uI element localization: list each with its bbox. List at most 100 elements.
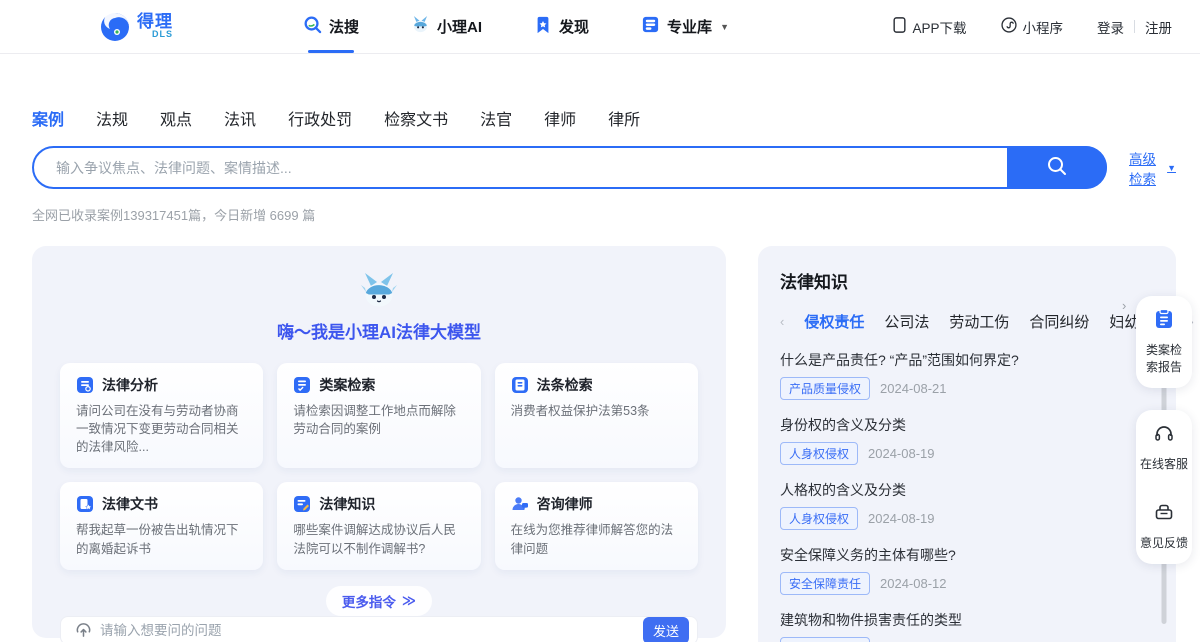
tab-legal-news[interactable]: 法讯 [224, 106, 256, 130]
search-bar [32, 146, 1107, 189]
question-input[interactable] [100, 623, 643, 638]
collapse-chevron-icon[interactable]: › [1122, 298, 1126, 313]
knowledge-item-title: 建筑物和物件损害责任的类型 [780, 610, 1154, 630]
card-legal-document[interactable]: 法律文书 帮我起草一份被告出轨情况下的离婚起诉书 [60, 482, 263, 569]
mascot-icon [411, 15, 430, 38]
knowledge-item-date: 2024-08-21 [880, 381, 947, 396]
nav-item-label: 发现 [559, 16, 589, 37]
ai-assistant-panel: 嗨～我是小理AI法律大模型 法律分析 请问公司在没有与劳动者协商一致情况下变更劳… [32, 246, 726, 638]
knowledge-list: 什么是产品责任? “产品”范围如何界定? 产品质量侵权 2024-08-21 身… [780, 350, 1154, 642]
knowledge-item-meta: 产品质量侵权 2024-08-21 [780, 377, 1154, 400]
card-head: 法律知识 [293, 494, 464, 514]
chevron-down-icon: ▼ [1167, 163, 1176, 173]
tab-admin-penalty[interactable]: 行政处罚 [288, 106, 352, 130]
active-nav-underline [308, 50, 354, 53]
knowledge-item-tag[interactable]: 安全保障责任 [780, 572, 870, 595]
feedback-button[interactable]: 意见反馈 [1140, 501, 1188, 552]
card-similar-case-search[interactable]: 类案检索 请检索因调整工作地点而解除劳动合同的案例 [277, 363, 480, 468]
knowledge-item-date: 2024-08-19 [868, 511, 935, 526]
tab-procuratorial-docs[interactable]: 检察文书 [384, 106, 448, 130]
card-title: 类案检索 [319, 375, 375, 395]
card-title: 法条检索 [537, 375, 593, 395]
card-head: 法律分析 [76, 375, 247, 395]
card-legal-knowledge[interactable]: 法律知识 哪些案件调解达成协议后人民法院可以不制作调解书? [277, 482, 480, 569]
brand-logo-text: 得理 DLS [137, 14, 173, 39]
knowledge-item-tag[interactable]: 产品质量侵权 [780, 377, 870, 400]
card-statute-search[interactable]: 法条检索 消费者权益保护法第53条 [495, 363, 698, 468]
tab-viewpoints[interactable]: 观点 [160, 106, 192, 130]
headset-icon [1153, 422, 1175, 449]
knowledge-item-tag[interactable]: 人身权侵权 [780, 442, 858, 465]
similar-case-icon [293, 376, 311, 394]
card-head: 法条检索 [511, 375, 682, 395]
mini-program-link[interactable]: 小程序 [1001, 17, 1064, 37]
knowledge-item-title: 安全保障义务的主体有哪些? [780, 545, 1154, 565]
knowledge-item-title: 什么是产品责任? “产品”范围如何界定? [780, 350, 1154, 370]
tab-lawyers[interactable]: 律师 [544, 106, 576, 130]
advanced-search-link[interactable]: 高级检索 ▼ [1129, 148, 1176, 188]
brand-name: 得理 [137, 14, 173, 29]
knowledge-title: 法律知识 [780, 268, 1154, 293]
knowledge-item-meta: 建筑物等侵权 2024-08-12 [780, 637, 1154, 642]
tab-cases[interactable]: 案例 [32, 106, 64, 130]
knowledge-item[interactable]: 身份权的含义及分类 人身权侵权 2024-08-19 [780, 415, 1154, 465]
online-service-label: 在线客服 [1140, 456, 1188, 473]
knowledge-item[interactable]: 建筑物和物件损害责任的类型 建筑物等侵权 2024-08-12 [780, 610, 1154, 642]
card-consult-lawyer[interactable]: 咨询律师 在线为您推荐律师解答您的法律问题 [495, 482, 698, 569]
legal-analysis-icon [76, 376, 94, 394]
feedback-icon [1153, 501, 1175, 528]
main-nav: 法搜 小理AI 发现 专业库 ▼ [303, 0, 729, 53]
nav-item-discover[interactable]: 发现 [534, 0, 589, 53]
search-row: 高级检索 ▼ [32, 146, 1176, 189]
floating-rail: › 类案检索报告 在线客服 意见反馈 [1136, 296, 1192, 564]
app-download-link[interactable]: APP下载 [893, 17, 966, 37]
card-desc: 哪些案件调解达成协议后人民法院可以不制作调解书? [293, 521, 464, 557]
app-download-label: APP下载 [912, 17, 966, 37]
card-title: 咨询律师 [537, 494, 593, 514]
similar-case-report-button[interactable]: 类案检索报告 [1136, 296, 1192, 388]
knowledge-item-tag[interactable]: 人身权侵权 [780, 507, 858, 530]
send-button[interactable]: 发送 [643, 617, 689, 642]
tab-law-firms[interactable]: 律所 [608, 106, 640, 130]
more-commands-button[interactable]: 更多指令 ≫ [326, 586, 432, 616]
tab-regulations[interactable]: 法规 [96, 106, 128, 130]
chevron-down-icon: ▼ [720, 22, 729, 32]
knowledge-item-title: 人格权的含义及分类 [780, 480, 1154, 500]
card-title: 法律分析 [102, 375, 158, 395]
nav-item-legal-search[interactable]: 法搜 [303, 0, 359, 53]
knowledge-item-title: 身份权的含义及分类 [780, 415, 1154, 435]
auth-links: 登录 注册 [1097, 17, 1172, 37]
online-service-button[interactable]: 在线客服 [1140, 422, 1188, 473]
card-legal-analysis[interactable]: 法律分析 请问公司在没有与劳动者协商一致情况下变更劳动合同相关的法律风险... [60, 363, 263, 468]
nav-item-pro-library[interactable]: 专业库 ▼ [641, 0, 729, 53]
category-tabs: 案例 法规 观点 法讯 行政处罚 检察文书 法官 律师 律所 [32, 106, 1176, 130]
kn-tab-labor-injury[interactable]: 劳动工伤 [949, 311, 1009, 332]
corpus-stats: 全网已收录案例139317451篇，今日新增 6699 篇 [32, 205, 1176, 224]
tab-judges[interactable]: 法官 [480, 106, 512, 130]
discover-bookmark-icon [534, 16, 552, 38]
search-button[interactable] [1007, 146, 1107, 189]
knowledge-item[interactable]: 人格权的含义及分类 人身权侵权 2024-08-19 [780, 480, 1154, 530]
divider [1134, 20, 1135, 33]
brand-logo[interactable]: 得理 DLS [100, 12, 173, 42]
knowledge-item-meta: 人身权侵权 2024-08-19 [780, 442, 1154, 465]
clipboard-icon [1153, 308, 1175, 335]
kn-tab-tort-liability[interactable]: 侵权责任 [804, 311, 864, 332]
nav-item-xiaoli-ai[interactable]: 小理AI [411, 0, 482, 53]
lawyer-person-icon [511, 495, 529, 513]
card-desc: 消费者权益保护法第53条 [511, 402, 682, 420]
register-link[interactable]: 注册 [1145, 17, 1172, 37]
kn-tab-company-law[interactable]: 公司法 [884, 311, 929, 332]
knowledge-item-tag[interactable]: 建筑物等侵权 [780, 637, 870, 642]
knowledge-item[interactable]: 安全保障义务的主体有哪些? 安全保障责任 2024-08-12 [780, 545, 1154, 595]
main-panels: 嗨～我是小理AI法律大模型 法律分析 请问公司在没有与劳动者协商一致情况下变更劳… [32, 246, 1176, 642]
knowledge-item-date: 2024-08-19 [868, 446, 935, 461]
chevron-left-icon[interactable]: ‹ [780, 314, 784, 329]
kn-tab-contract-dispute[interactable]: 合同纠纷 [1029, 311, 1089, 332]
search-input[interactable] [34, 160, 1071, 176]
login-link[interactable]: 登录 [1097, 17, 1124, 37]
card-desc: 请检索因调整工作地点而解除劳动合同的案例 [293, 402, 464, 438]
page: 得理 DLS 法搜 小理AI 发现 [0, 0, 1200, 642]
knowledge-item[interactable]: 什么是产品责任? “产品”范围如何界定? 产品质量侵权 2024-08-21 [780, 350, 1154, 400]
statute-book-icon [511, 376, 529, 394]
